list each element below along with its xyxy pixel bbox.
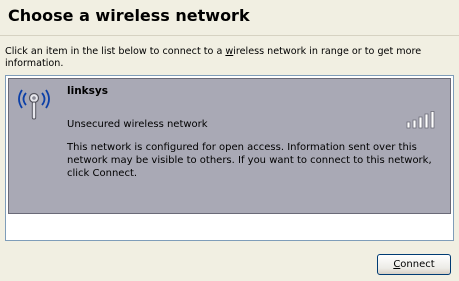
connect-button[interactable]: Connect [377, 254, 451, 275]
connect-accelerator: C [393, 259, 401, 270]
wireless-antenna-icon [18, 89, 50, 120]
network-item-linksys[interactable]: linksys Unsecured wireless network This … [8, 78, 451, 214]
network-security-status: Unsecured wireless network [67, 119, 208, 130]
instructions-text: Click an item in the list below to conne… [5, 46, 445, 70]
network-description: This network is configured for open acce… [67, 142, 432, 179]
network-name: linksys [67, 85, 109, 97]
network-list[interactable]: linksys Unsecured wireless network This … [5, 75, 454, 241]
page-title: Choose a wireless network [8, 6, 250, 25]
title-divider [0, 35, 459, 36]
connect-label: onnect [400, 259, 435, 270]
instructions-prefix: Click an item in the list below to conne… [5, 46, 226, 57]
signal-strength-icon [406, 111, 435, 129]
